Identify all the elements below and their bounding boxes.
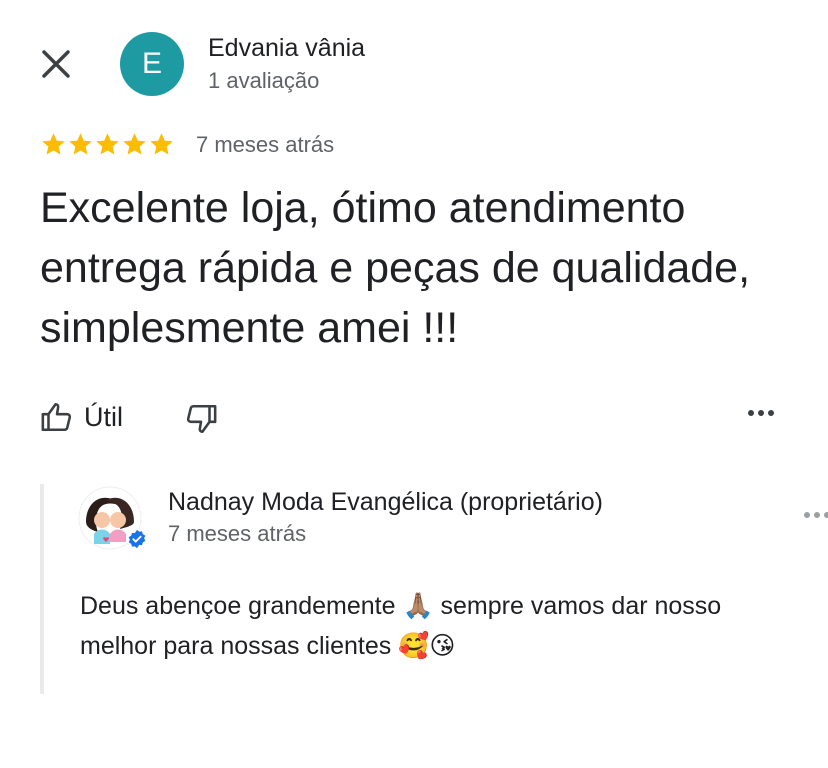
- close-button[interactable]: [38, 46, 74, 82]
- not-useful-button[interactable]: [184, 402, 218, 441]
- thumbs-down-icon: [186, 404, 217, 434]
- more-dot: [814, 512, 820, 518]
- reviewer-review-count: 1 avaliação: [208, 68, 320, 93]
- star-icon: [150, 133, 173, 155]
- avatar-letter: E: [141, 47, 162, 80]
- thumbs-up-icon: [41, 402, 72, 432]
- more-horizontal-icon: [748, 410, 754, 416]
- star-rating: [40, 131, 175, 158]
- owner-avatar[interactable]: [78, 486, 148, 550]
- close-icon: [42, 50, 70, 78]
- review-card: E Edvania vânia 1 avaliação 7 meses atrá…: [0, 0, 828, 768]
- more-dot: [824, 512, 828, 518]
- owner-name[interactable]: Nadnay Moda Evangélica (proprietário): [168, 488, 603, 517]
- review-date: 7 meses atrás: [196, 132, 335, 157]
- reply-more-options-button[interactable]: [804, 512, 828, 518]
- star-icon: [69, 133, 92, 155]
- useful-label: Útil: [84, 401, 123, 432]
- more-horizontal-icon: [804, 512, 810, 518]
- useful-button[interactable]: Útil: [40, 400, 123, 434]
- owner-reply-text: Deus abençoe grandemente 🙏🏽 sempre vamos…: [80, 592, 722, 660]
- more-options-button[interactable]: [748, 410, 774, 416]
- star-icon: [123, 133, 146, 155]
- more-dot: [758, 410, 764, 416]
- owner-reply-date: 7 meses atrás: [168, 521, 307, 546]
- verified-badge-icon: [126, 528, 148, 550]
- review-text: Excelente loja, ótimo atendimento entreg…: [40, 184, 751, 352]
- reviewer-avatar[interactable]: E: [120, 32, 184, 96]
- star-icon: [42, 133, 65, 155]
- more-dot: [768, 410, 774, 416]
- star-icon: [96, 133, 119, 155]
- reviewer-name[interactable]: Edvania vânia: [208, 34, 365, 63]
- owner-reply: Nadnay Moda Evangélica (proprietário) 7 …: [40, 484, 828, 694]
